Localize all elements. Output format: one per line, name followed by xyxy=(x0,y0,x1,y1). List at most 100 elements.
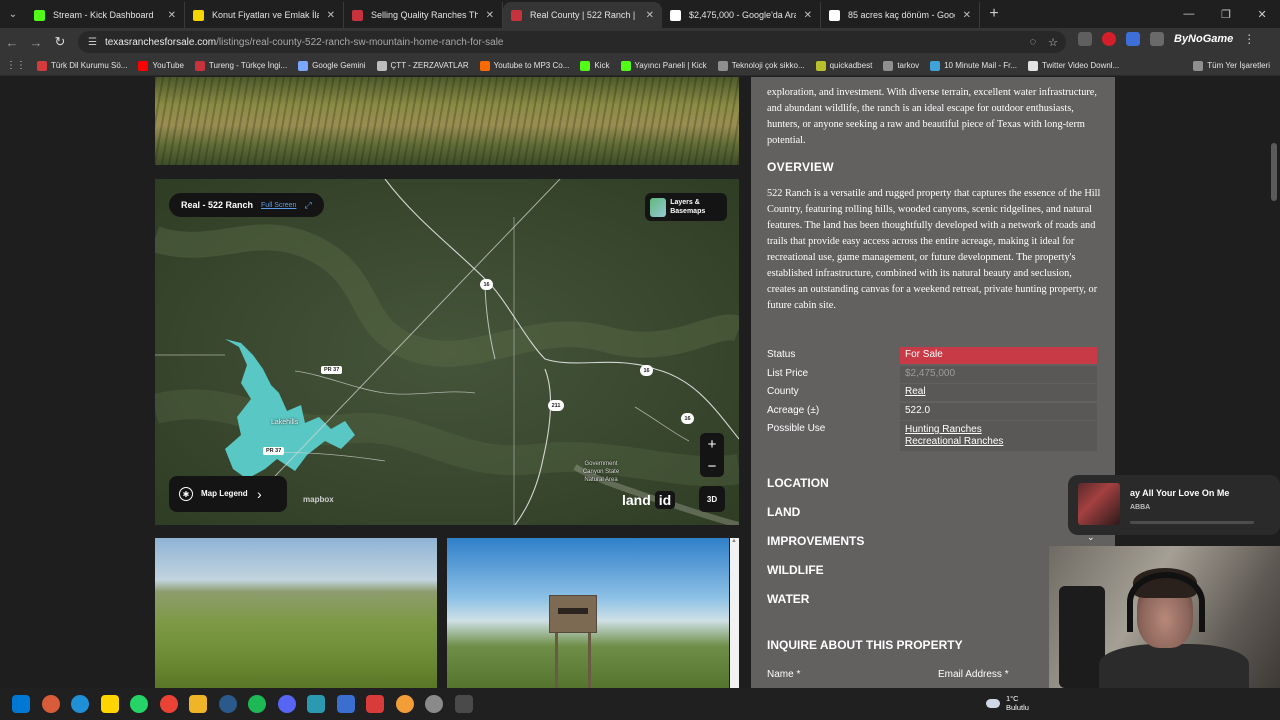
use-link-hunting[interactable]: Hunting Ranches xyxy=(905,424,982,435)
spotify-icon[interactable] xyxy=(248,695,266,713)
zoom-in-button[interactable]: + xyxy=(708,436,717,453)
layers-basemaps-button[interactable]: Layers & Basemaps xyxy=(645,193,727,221)
section-water[interactable]: WATER xyxy=(767,592,809,606)
webcam-overlay xyxy=(1049,546,1280,688)
acrobat-icon[interactable] xyxy=(366,695,384,713)
close-tab-icon[interactable]: ✕ xyxy=(804,10,812,21)
bookmark-star-icon[interactable]: ☆ xyxy=(1048,36,1058,49)
all-bookmarks-folder[interactable]: Tüm Yer İşaretleri xyxy=(1193,60,1270,71)
start-icon[interactable] xyxy=(12,695,30,713)
tab-3-active[interactable]: Real County | 522 Ranch | SW ... ✕ xyxy=(503,2,662,28)
site-info-icon[interactable]: ☰ xyxy=(88,37,97,48)
use-link-recreational[interactable]: Recreational Ranches xyxy=(905,436,1003,447)
brand-land: land xyxy=(622,492,651,508)
chevron-right-icon: › xyxy=(257,486,262,502)
map-legend-button[interactable]: ✱ Map Legend › xyxy=(169,476,287,512)
whatsapp-icon[interactable] xyxy=(130,695,148,713)
media-player-widget[interactable]: ay All Your Love On Me ABBA xyxy=(1068,475,1280,535)
extension-icon[interactable] xyxy=(1150,32,1164,46)
playback-progress[interactable] xyxy=(1130,521,1254,524)
3d-toggle-button[interactable]: 3D xyxy=(699,486,725,512)
tab-0[interactable]: Stream - Kick Dashboard ✕ xyxy=(26,2,185,28)
close-tab-icon[interactable]: ✕ xyxy=(486,10,494,21)
bookmarks-bar: ⋮⋮ Türk Dil Kurumu Sö... YouTube Tureng … xyxy=(0,56,1280,76)
google-favicon-icon xyxy=(829,9,840,21)
section-improvements[interactable]: IMPROVEMENTS xyxy=(767,534,864,548)
close-tab-icon[interactable]: ✕ xyxy=(646,10,654,21)
discord-icon[interactable] xyxy=(277,695,296,713)
bookmark-favicon-icon xyxy=(479,60,490,71)
bookmark-item[interactable]: Twitter Video Downl... xyxy=(1028,60,1119,71)
property-map[interactable]: Real - 522 Ranch Full Screen ⤢ Layers & … xyxy=(155,179,739,525)
minimize-icon[interactable]: — xyxy=(1183,8,1194,21)
layers-icon xyxy=(650,197,667,217)
more-menu-icon[interactable]: ⋮ xyxy=(1243,32,1255,46)
forward-arrow-icon[interactable]: → xyxy=(24,35,48,50)
extension-icon[interactable] xyxy=(1102,32,1116,46)
bookmark-item[interactable]: ÇTT - ZERZAVATLAR xyxy=(376,60,469,71)
new-tab-button[interactable]: + xyxy=(980,5,1008,23)
back-arrow-icon[interactable]: ← xyxy=(0,35,24,50)
county-link[interactable]: Real xyxy=(905,386,926,397)
bookmark-item[interactable]: Youtube to MP3 Co... xyxy=(479,60,569,71)
bookmark-label: Kick xyxy=(594,61,610,70)
expand-icon[interactable]: ⤢ xyxy=(304,200,311,211)
file-explorer-icon[interactable] xyxy=(189,695,207,713)
fact-row-use: Possible Use Hunting Ranches Recreationa… xyxy=(767,421,1097,451)
tab-4[interactable]: $2,475,000 - Google'da Ara ✕ xyxy=(662,2,821,28)
edge-icon[interactable] xyxy=(71,695,89,713)
section-location[interactable]: LOCATION xyxy=(767,476,829,490)
app-icon[interactable] xyxy=(336,695,355,713)
bookmark-favicon-icon xyxy=(376,60,387,71)
tab-search-icon[interactable]: ⌄ xyxy=(0,0,26,28)
steam-icon[interactable] xyxy=(218,695,237,713)
obs-icon[interactable] xyxy=(425,695,443,713)
close-tab-icon[interactable]: ✕ xyxy=(963,10,971,21)
gallery-scrollbar[interactable] xyxy=(730,538,739,688)
bookmark-favicon-icon xyxy=(194,60,205,71)
tab-2[interactable]: Selling Quality Ranches Through ✕ xyxy=(344,2,503,28)
bookmark-favicon-icon xyxy=(1028,60,1039,71)
bookmark-item[interactable]: tarkov xyxy=(883,60,919,71)
bookmark-item[interactable]: YouTube xyxy=(138,60,184,71)
terminal-icon[interactable] xyxy=(454,695,473,713)
close-tab-icon[interactable]: ✕ xyxy=(168,10,176,21)
tab-5[interactable]: 85 acres kaç dönüm - Google'da ✕ xyxy=(821,2,980,28)
bookmark-item[interactable]: Teknoloji çok sikko... xyxy=(717,60,805,71)
bookmark-item[interactable]: Yayıncı Paneli | Kick xyxy=(620,60,707,71)
app-icon[interactable] xyxy=(307,695,325,713)
notes-icon[interactable] xyxy=(100,695,119,713)
weather-widget[interactable]: 1°C Bulutlu xyxy=(986,694,1029,712)
reload-icon[interactable]: ↻ xyxy=(48,34,72,50)
copilot-icon[interactable] xyxy=(41,695,60,713)
bookmark-item[interactable]: 10 Minute Mail - Fr... xyxy=(930,60,1017,71)
profile-label[interactable]: ByNoGame xyxy=(1174,33,1233,45)
close-window-icon[interactable]: ✕ xyxy=(1257,8,1266,21)
zoom-out-button[interactable]: − xyxy=(708,458,717,475)
section-wildlife[interactable]: WILDLIFE xyxy=(767,563,824,577)
bookmark-item[interactable]: Türk Dil Kurumu Sö... xyxy=(37,60,127,71)
eye-off-icon[interactable]: ◌ xyxy=(1030,36,1037,49)
layers-label: Layers & Basemaps xyxy=(670,199,706,215)
tab-1[interactable]: Konut Fiyatları ve Emlak İlanları ✕ xyxy=(185,2,344,28)
extension-icon[interactable] xyxy=(1078,32,1092,46)
restore-icon[interactable]: ❐ xyxy=(1221,8,1231,21)
bookmark-item[interactable]: quickadbest xyxy=(815,60,872,71)
apps-icon[interactable]: ⋮⋮ xyxy=(6,60,26,71)
bookmark-item[interactable]: Tureng - Türkçe İngi... xyxy=(194,60,287,71)
full-screen-link[interactable]: Full Screen xyxy=(261,202,296,209)
address-bar[interactable]: ☰ texasranchesforsale.com/listings/real-… xyxy=(78,31,1066,53)
extensions-area: ByNoGame ⋮ xyxy=(1078,32,1255,46)
ranch-photo-hills[interactable] xyxy=(155,538,437,688)
section-land[interactable]: LAND xyxy=(767,505,800,519)
bookmark-favicon-icon xyxy=(815,60,826,71)
chrome-icon[interactable] xyxy=(159,695,178,713)
ranch-photo-hunting-blind[interactable] xyxy=(447,538,729,688)
scrollbar-thumb[interactable] xyxy=(1271,143,1277,201)
close-tab-icon[interactable]: ✕ xyxy=(327,10,335,21)
bookmark-item[interactable]: Kick xyxy=(580,60,610,71)
app-icon[interactable] xyxy=(395,695,414,713)
fact-label: County xyxy=(767,386,799,397)
bookmark-item[interactable]: Google Gemini xyxy=(298,60,366,71)
extension-icon[interactable] xyxy=(1126,32,1140,46)
